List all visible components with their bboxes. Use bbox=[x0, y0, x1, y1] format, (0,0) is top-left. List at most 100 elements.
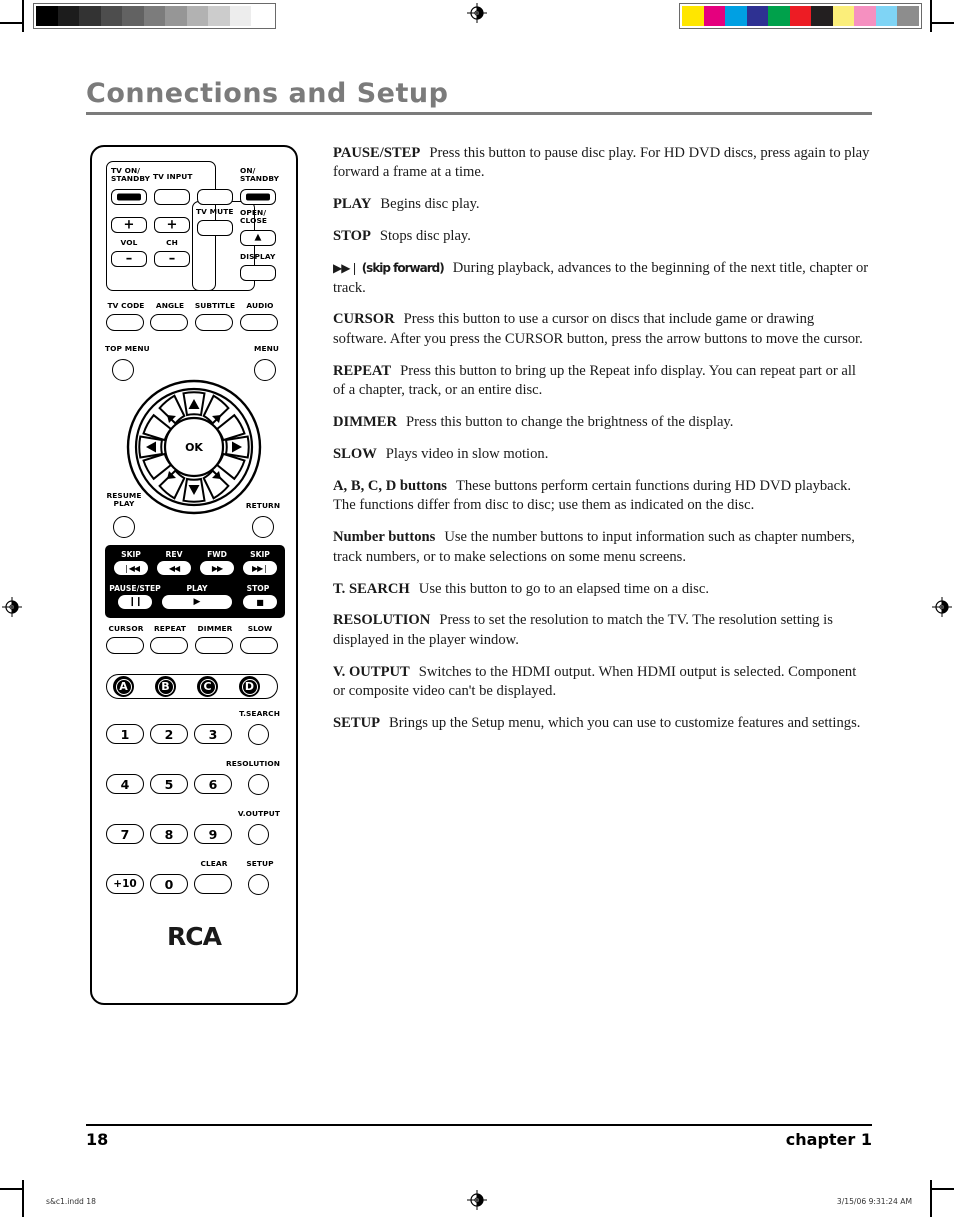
volume-down-button[interactable]: – bbox=[111, 251, 147, 267]
description-text: Press this button to bring up the Repeat… bbox=[333, 362, 856, 399]
channel-up-button[interactable]: + bbox=[154, 217, 190, 233]
description-term: Number buttons bbox=[333, 529, 436, 546]
number-key-5[interactable]: 5 bbox=[150, 774, 188, 794]
repeat-button[interactable] bbox=[150, 637, 188, 654]
description-term: RESOLUTION bbox=[333, 612, 431, 629]
setup-label: SETUP bbox=[246, 859, 274, 868]
description-term: PLAY bbox=[333, 196, 372, 213]
button-ring bbox=[241, 678, 258, 695]
description-term: V. OUTPUT bbox=[333, 663, 410, 680]
description-item: ▶▶❘ (skip forward) During playback, advan… bbox=[333, 259, 871, 298]
resume-play-button[interactable] bbox=[113, 516, 135, 538]
t-search-label: T.SEARCH bbox=[239, 709, 280, 718]
tv-on-standby-indicator bbox=[117, 193, 141, 201]
color-button-a[interactable]: A bbox=[113, 676, 134, 697]
number-key-4[interactable]: 4 bbox=[106, 774, 144, 794]
description-term: STOP bbox=[333, 228, 371, 245]
number-key-5-label: 5 bbox=[164, 776, 174, 792]
setup-button[interactable] bbox=[248, 874, 269, 895]
number-key-9[interactable]: 9 bbox=[194, 824, 232, 844]
skip-forward-icon: ▶▶❘ bbox=[251, 563, 269, 573]
number-key-1[interactable]: 1 bbox=[106, 724, 144, 744]
number-key-4-label: 4 bbox=[120, 776, 130, 792]
repeat-label: REPEAT bbox=[154, 624, 186, 633]
description-item: SETUP Brings up the Setup menu, which you… bbox=[333, 714, 871, 733]
channel-down-button[interactable]: – bbox=[154, 251, 190, 267]
number-key-3[interactable]: 3 bbox=[194, 724, 232, 744]
dimmer-button[interactable] bbox=[195, 637, 233, 654]
play-icon: ▶ bbox=[193, 597, 201, 607]
audio-button[interactable] bbox=[240, 314, 278, 331]
fwd-button[interactable]: ▶▶ bbox=[200, 561, 234, 575]
description-item: A, B, C, D buttons These buttons perform … bbox=[333, 477, 871, 516]
color-button-c[interactable]: C bbox=[197, 676, 218, 697]
description-item: DIMMER Press this button to change the br… bbox=[333, 413, 871, 432]
number-key-plus10[interactable]: +10 bbox=[106, 874, 144, 894]
power-on-standby-button[interactable] bbox=[240, 189, 276, 205]
unlabeled-button[interactable] bbox=[197, 189, 233, 205]
description-text: Plays video in slow motion. bbox=[385, 445, 549, 462]
number-key-2[interactable]: 2 bbox=[150, 724, 188, 744]
number-key-6[interactable]: 6 bbox=[194, 774, 232, 794]
cursor-button[interactable] bbox=[106, 637, 144, 654]
button-ring bbox=[115, 678, 132, 695]
subtitle-button[interactable] bbox=[195, 314, 233, 331]
description-item: PAUSE/STEP Press this button to pause dis… bbox=[333, 144, 871, 183]
t-search-button[interactable] bbox=[248, 724, 269, 745]
description-item: STOP Stops disc play. bbox=[333, 227, 871, 246]
number-key-8[interactable]: 8 bbox=[150, 824, 188, 844]
stop-button[interactable]: ■ bbox=[243, 595, 277, 609]
return-label: RETURN bbox=[245, 501, 281, 510]
rev-button[interactable]: ◀◀ bbox=[157, 561, 191, 575]
number-key-plus10-label: +10 bbox=[113, 878, 137, 890]
number-key-0[interactable]: 0 bbox=[150, 874, 188, 894]
description-term: PAUSE/STEP bbox=[333, 145, 421, 161]
number-key-8-label: 8 bbox=[164, 826, 174, 842]
print-slug-timestamp: 3/15/06 9:31:24 AM bbox=[836, 1197, 912, 1206]
skip-forward-label: SKIP bbox=[250, 550, 270, 559]
display-button[interactable] bbox=[240, 265, 276, 281]
color-button-d[interactable]: D bbox=[239, 676, 260, 697]
footer-page-number: 18 bbox=[86, 1130, 109, 1149]
stop-icon: ■ bbox=[256, 597, 264, 607]
play-label: PLAY bbox=[186, 584, 208, 593]
v-output-label: V.OUTPUT bbox=[237, 809, 280, 818]
top-menu-button[interactable] bbox=[112, 359, 134, 381]
tv-on-standby-button[interactable] bbox=[111, 189, 147, 205]
description-text: Begins disc play. bbox=[380, 196, 480, 213]
tv-mute-label: TV MUTE bbox=[196, 207, 234, 216]
skip-back-button[interactable]: ❘◀◀ bbox=[114, 561, 148, 575]
pause-step-label: PAUSE/STEP bbox=[109, 584, 161, 593]
slow-button[interactable] bbox=[240, 637, 278, 654]
pause-icon: ❙❙ bbox=[128, 597, 142, 607]
description-term: SETUP bbox=[333, 715, 381, 732]
angle-button[interactable] bbox=[150, 314, 188, 331]
menu-button[interactable] bbox=[254, 359, 276, 381]
description-term: DIMMER bbox=[333, 414, 398, 431]
rev-icon: ◀◀ bbox=[168, 563, 180, 573]
description-item: CURSOR Press this button to use a cursor … bbox=[333, 310, 871, 349]
play-button[interactable]: ▶ bbox=[162, 595, 232, 609]
footer-divider bbox=[86, 1124, 872, 1127]
cursor-label: CURSOR bbox=[108, 624, 144, 633]
open-close-button[interactable]: ▲ bbox=[240, 230, 276, 246]
clear-button[interactable] bbox=[194, 874, 232, 894]
tv-mute-button[interactable] bbox=[197, 220, 233, 236]
minus-icon: – bbox=[168, 251, 176, 267]
number-key-0-label: 0 bbox=[164, 876, 174, 892]
power-indicator bbox=[246, 193, 270, 201]
volume-up-button[interactable]: + bbox=[111, 217, 147, 233]
color-button-b[interactable]: B bbox=[155, 676, 176, 697]
description-term: T. SEARCH bbox=[333, 580, 410, 597]
angle-label: ANGLE bbox=[155, 301, 185, 310]
pause-step-button[interactable]: ❙❙ bbox=[118, 595, 152, 609]
tv-input-button[interactable] bbox=[154, 189, 190, 205]
return-button[interactable] bbox=[252, 516, 274, 538]
tv-code-button[interactable] bbox=[106, 314, 144, 331]
resolution-button[interactable] bbox=[248, 774, 269, 795]
description-term: SLOW bbox=[333, 445, 377, 462]
skip-forward-button[interactable]: ▶▶❘ bbox=[243, 561, 277, 575]
number-key-7[interactable]: 7 bbox=[106, 824, 144, 844]
v-output-button[interactable] bbox=[248, 824, 269, 845]
tv-input-label: TV INPUT bbox=[153, 172, 193, 181]
